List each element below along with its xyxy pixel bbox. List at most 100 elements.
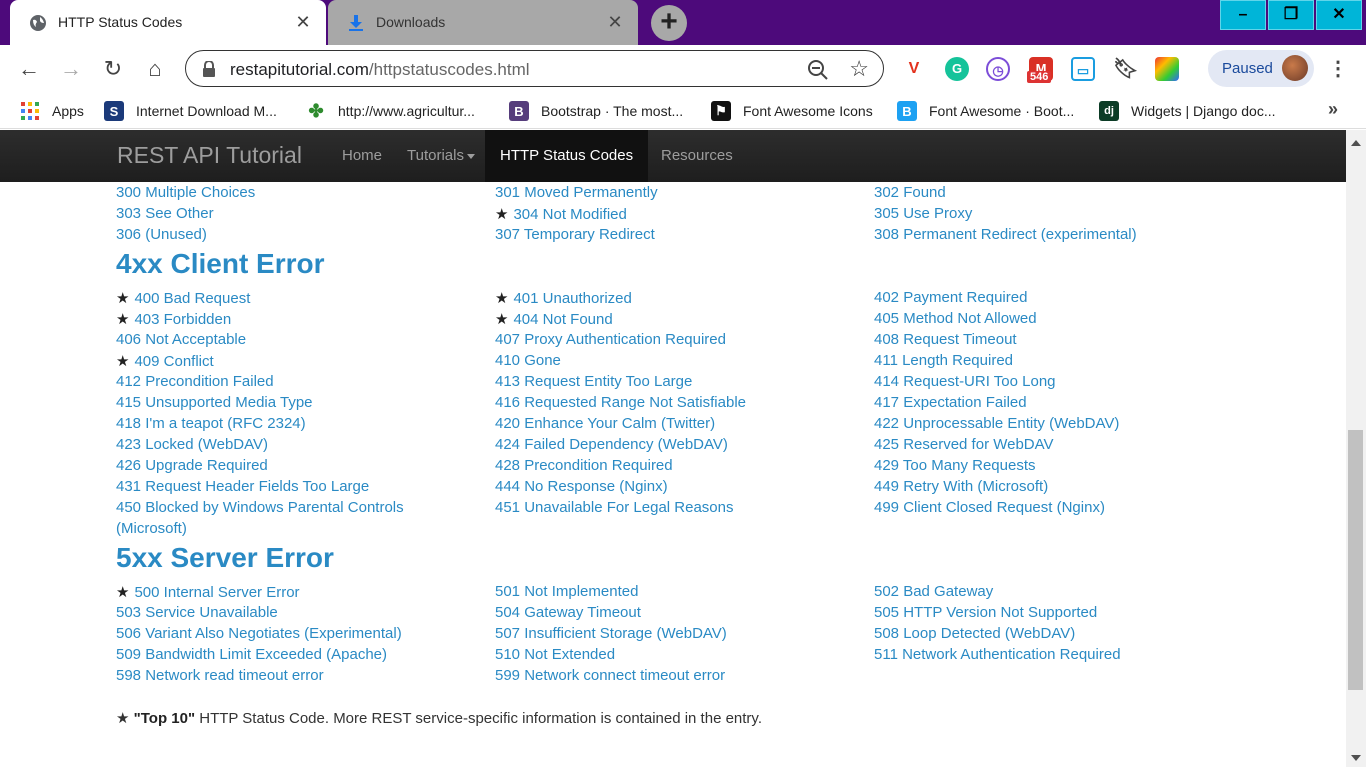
status-code-link[interactable]: ★ 400 Bad Request (116, 289, 250, 307)
status-code-link[interactable]: 451 Unavailable For Legal Reasons (495, 499, 733, 516)
colorful-extension-icon[interactable] (1155, 57, 1179, 81)
status-code-link-wrap[interactable]: (Microsoft) (116, 520, 187, 537)
status-code-link[interactable]: 598 Network read timeout error (116, 667, 324, 684)
status-code-link[interactable]: 407 Proxy Authentication Required (495, 331, 726, 348)
status-code-link[interactable]: ★ 401 Unauthorized (495, 289, 632, 307)
status-code-link[interactable]: 302 Found (874, 184, 946, 201)
back-button[interactable]: ← (14, 54, 44, 84)
status-code-link[interactable]: 499 Client Closed Request (Nginx) (874, 499, 1105, 516)
nav-resources[interactable]: Resources (646, 130, 748, 182)
status-code-link[interactable]: 501 Not Implemented (495, 583, 638, 600)
tab-downloads[interactable]: Downloads ✕ (328, 0, 638, 45)
close-tab-icon[interactable]: ✕ (604, 11, 626, 33)
grammarly-extension-icon[interactable]: G (945, 57, 969, 81)
status-code-link[interactable]: 423 Locked (WebDAV) (116, 436, 268, 453)
reload-button[interactable]: ↻ (98, 54, 128, 84)
scrollbar-thumb[interactable] (1348, 430, 1363, 690)
bookmark-star-icon[interactable]: ☆ (849, 56, 869, 82)
status-code-link[interactable]: 424 Failed Dependency (WebDAV) (495, 436, 728, 453)
status-code-link[interactable]: 510 Not Extended (495, 646, 615, 663)
status-code-link[interactable]: 426 Upgrade Required (116, 457, 268, 474)
status-code-link[interactable]: 402 Payment Required (874, 289, 1027, 306)
clock-extension-icon[interactable]: ◷ (986, 57, 1010, 81)
status-code-link[interactable]: 307 Temporary Redirect (495, 226, 655, 243)
site-brand[interactable]: REST API Tutorial (117, 142, 302, 169)
close-tab-icon[interactable]: ✕ (292, 11, 314, 33)
status-code-link[interactable]: ★ 500 Internal Server Error (116, 583, 300, 601)
status-code-link[interactable]: 599 Network connect timeout error (495, 667, 725, 684)
status-code-link[interactable]: 502 Bad Gateway (874, 583, 993, 600)
status-code-link[interactable]: 509 Bandwidth Limit Exceeded (Apache) (116, 646, 387, 663)
status-code-link[interactable]: 422 Unprocessable Entity (WebDAV) (874, 415, 1119, 432)
status-code-link[interactable]: 506 Variant Also Negotiates (Experimenta… (116, 625, 402, 642)
vivaldi-extension-icon[interactable]: V (902, 57, 926, 81)
vertical-scrollbar[interactable] (1346, 130, 1366, 767)
nav-http-status-codes[interactable]: HTTP Status Codes (485, 130, 649, 182)
window-extension-icon[interactable]: ▭ (1071, 57, 1095, 81)
status-code-link[interactable]: 449 Retry With (Microsoft) (874, 478, 1048, 495)
status-code-link[interactable]: 300 Multiple Choices (116, 184, 255, 201)
status-code-link[interactable]: 411 Length Required (874, 352, 1013, 369)
status-code-link[interactable]: 408 Request Timeout (874, 331, 1017, 348)
status-code-link[interactable]: 508 Loop Detected (WebDAV) (874, 625, 1075, 642)
status-code-link[interactable]: 406 Not Acceptable (116, 331, 246, 348)
status-code-link[interactable]: 417 Expectation Failed (874, 394, 1027, 411)
close-window-button[interactable]: ✕ (1316, 0, 1362, 30)
status-code-link[interactable]: 429 Too Many Requests (874, 457, 1036, 474)
status-code-link[interactable]: 410 Gone (495, 352, 561, 369)
status-code-link[interactable]: 450 Blocked by Windows Parental Controls (116, 499, 404, 516)
star-icon: ★ (116, 311, 130, 328)
status-code-link[interactable]: 425 Reserved for WebDAV (874, 436, 1054, 453)
status-code-link[interactable]: 444 No Response (Nginx) (495, 478, 668, 495)
status-code-link[interactable]: 505 HTTP Version Not Supported (874, 604, 1097, 621)
bookmark-extension-icon[interactable]: 🔖︎ (1113, 57, 1138, 81)
status-code-label: 407 Proxy Authentication Required (495, 331, 726, 348)
status-code-link[interactable]: ★ 403 Forbidden (116, 310, 231, 328)
bookmark-font-awesome-boot[interactable]: B Font Awesome · Boot... (897, 93, 1074, 129)
minimize-button[interactable]: – (1220, 0, 1266, 30)
status-code-link[interactable]: 511 Network Authentication Required (874, 646, 1121, 663)
status-code-link[interactable]: 413 Request Entity Too Large (495, 373, 692, 390)
status-code-label: 303 See Other (116, 205, 214, 222)
address-bar[interactable]: restapitutorial.com/httpstatuscodes.html… (185, 50, 884, 87)
status-code-link[interactable]: 431 Request Header Fields Too Large (116, 478, 369, 495)
status-code-link[interactable]: 418 I'm a teapot (RFC 2324) (116, 415, 306, 432)
status-code-link[interactable]: 303 See Other (116, 205, 214, 222)
status-code-link[interactable]: 507 Insufficient Storage (WebDAV) (495, 625, 727, 642)
status-code-link[interactable]: 414 Request-URI Too Long (874, 373, 1056, 390)
status-code-link[interactable]: 503 Service Unavailable (116, 604, 278, 621)
zoom-icon[interactable] (807, 59, 829, 81)
nav-tutorials[interactable]: Tutorials (392, 130, 490, 182)
status-code-link[interactable]: 306 (Unused) (116, 226, 207, 243)
status-code-link[interactable]: 412 Precondition Failed (116, 373, 274, 390)
bookmark-internet-download-manager[interactable]: S Internet Download M... (104, 93, 277, 129)
bookmark-font-awesome-icons[interactable]: ⚑ Font Awesome Icons (711, 93, 873, 129)
browser-menu-icon[interactable]: ⋮ (1326, 54, 1350, 84)
more-bookmarks-icon[interactable]: » (1328, 99, 1338, 120)
bookmark-django-widgets[interactable]: dj Widgets | Django doc... (1099, 93, 1275, 129)
tab-http-status-codes[interactable]: HTTP Status Codes ✕ (10, 0, 326, 45)
bookmark-agriculture[interactable]: ✤ http://www.agricultur... (306, 93, 475, 129)
status-code-link[interactable]: 504 Gateway Timeout (495, 604, 641, 621)
scroll-down-icon[interactable] (1351, 755, 1361, 761)
bookmark-bootstrap[interactable]: B Bootstrap · The most... (509, 93, 683, 129)
status-code-link[interactable]: 308 Permanent Redirect (experimental) (874, 226, 1137, 243)
status-code-link[interactable]: 420 Enhance Your Calm (Twitter) (495, 415, 715, 432)
maximize-button[interactable]: ❐ (1268, 0, 1314, 30)
scroll-up-icon[interactable] (1351, 140, 1361, 146)
status-code-link[interactable]: 416 Requested Range Not Satisfiable (495, 394, 746, 411)
forward-button[interactable]: → (56, 54, 86, 84)
status-code-link[interactable]: ★ 404 Not Found (495, 310, 613, 328)
status-code-link[interactable]: ★ 304 Not Modified (495, 205, 627, 223)
bookmark-apps[interactable]: Apps (20, 93, 84, 129)
status-code-link[interactable]: 405 Method Not Allowed (874, 310, 1037, 327)
new-tab-button[interactable]: + (651, 5, 687, 41)
status-code-link[interactable]: 428 Precondition Required (495, 457, 673, 474)
status-code-link[interactable]: ★ 409 Conflict (116, 352, 214, 370)
status-code-link[interactable]: 305 Use Proxy (874, 205, 972, 222)
nav-home[interactable]: Home (327, 130, 397, 182)
status-code-link[interactable]: 415 Unsupported Media Type (116, 394, 313, 411)
status-code-link[interactable]: 301 Moved Permanently (495, 184, 658, 201)
profile-button[interactable]: Paused (1208, 50, 1314, 87)
home-button[interactable]: ⌂ (140, 54, 170, 84)
